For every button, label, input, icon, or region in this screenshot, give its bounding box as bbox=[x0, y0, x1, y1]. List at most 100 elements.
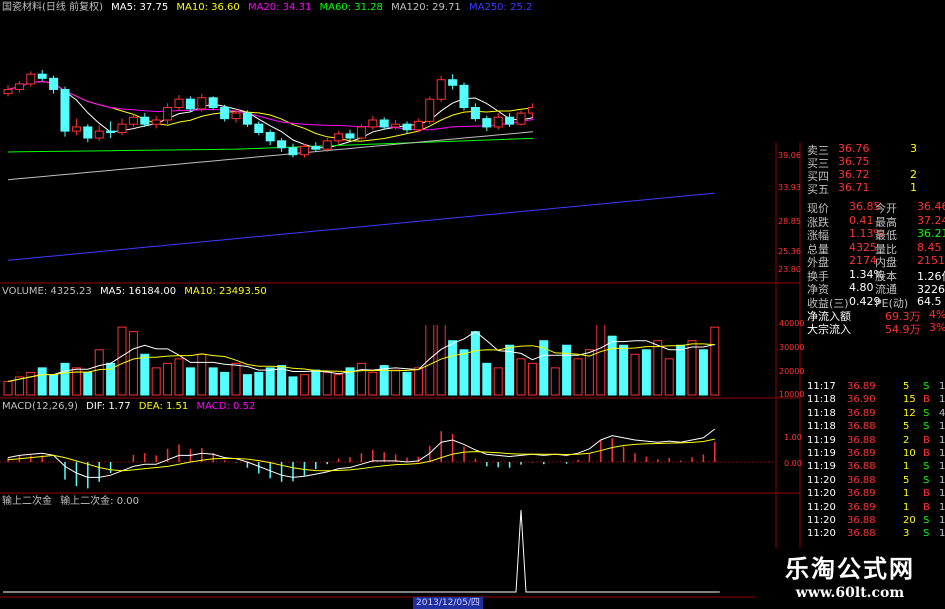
tick-time: 11:18 bbox=[807, 421, 836, 433]
candle-body bbox=[448, 79, 458, 86]
tick-time: 11:20 bbox=[807, 501, 836, 513]
tick-row[interactable]: 11:20 36.88 3 S 1 bbox=[805, 528, 945, 541]
macd-axis-tick: 1.00 bbox=[784, 433, 802, 442]
tick-row[interactable]: 11:18 36.90 15 B 1 bbox=[805, 394, 945, 407]
watermark: 乐淘公式网 www.60lt.com bbox=[755, 548, 945, 609]
tick-row[interactable]: 11:19 36.89 10 B 1 bbox=[805, 448, 945, 461]
tick-volume: 20 bbox=[903, 515, 916, 526]
price-panel-header: 国瓷材料(日线 前复权) MA5: 37.75 MA10: 36.60 MA20… bbox=[2, 2, 544, 14]
order-price: 36.71 bbox=[838, 181, 870, 194]
volume-bar bbox=[505, 344, 515, 396]
tick-volume: 10 bbox=[903, 448, 916, 459]
order-volume: 1 bbox=[910, 181, 917, 194]
candle-body bbox=[311, 145, 321, 150]
volume-bar bbox=[94, 349, 104, 396]
order-price: 36.75 bbox=[838, 155, 870, 168]
tick-price: 36.89 bbox=[847, 488, 876, 500]
candle-body bbox=[459, 84, 469, 108]
volume-bar bbox=[60, 362, 70, 396]
candle-body bbox=[220, 107, 230, 120]
tick-count: 1 bbox=[939, 381, 945, 392]
candle-body bbox=[299, 145, 309, 156]
tick-volume: 15 bbox=[903, 394, 916, 406]
tick-price: 36.88 bbox=[847, 421, 876, 433]
occluding-overlay bbox=[533, 0, 945, 142]
tick-row[interactable]: 11:20 36.89 1 B 1 bbox=[805, 502, 945, 515]
tick-price: 36.88 bbox=[847, 434, 876, 446]
volume-bar bbox=[653, 340, 663, 396]
macd-dea-label: DEA: 1.51 bbox=[138, 401, 189, 412]
tick-price: 36.89 bbox=[847, 501, 876, 513]
order-volume: 3 bbox=[910, 142, 917, 155]
candle-body bbox=[140, 116, 150, 125]
volume-bar bbox=[698, 349, 708, 396]
fund-flow-row: 大宗流入 54.9万 3% bbox=[805, 321, 945, 336]
tick-row[interactable]: 11:17 36.89 5 S 1 bbox=[805, 381, 945, 394]
stat-value: 2151 bbox=[917, 254, 945, 267]
candle-body bbox=[288, 147, 298, 156]
volume-bar bbox=[687, 340, 697, 396]
candle-body bbox=[391, 123, 401, 128]
candle-body bbox=[413, 120, 423, 131]
tick-price: 36.89 bbox=[847, 448, 876, 459]
volume-bar bbox=[26, 371, 36, 396]
flow-percent: 4% bbox=[929, 308, 945, 321]
tick-time: 11:19 bbox=[807, 461, 836, 473]
volume-bar bbox=[607, 335, 617, 396]
volume-bar bbox=[185, 367, 195, 396]
candle-body bbox=[117, 123, 127, 133]
volume-axis-tick: 30000 bbox=[779, 343, 804, 352]
flow-value: 54.9万 bbox=[885, 323, 921, 336]
tick-row[interactable]: 11:20 36.89 1 B 1 bbox=[805, 488, 945, 501]
volume-bar bbox=[163, 362, 173, 396]
tick-row[interactable]: 11:19 36.88 2 B 1 bbox=[805, 435, 945, 448]
candle-body bbox=[128, 116, 138, 125]
tick-volume: 5 bbox=[903, 421, 910, 433]
candle-body bbox=[322, 140, 332, 150]
tick-time: 11:20 bbox=[807, 528, 836, 540]
tick-price: 36.88 bbox=[847, 528, 876, 540]
order-price: 36.72 bbox=[838, 168, 870, 181]
volume-bar bbox=[151, 367, 161, 396]
macd-value-label: MACD: 0.52 bbox=[196, 401, 256, 412]
ma120-label: MA120: 29.71 bbox=[391, 2, 461, 13]
stat-value: 37.24 bbox=[917, 213, 945, 227]
volume-bar bbox=[265, 367, 275, 396]
candle-body bbox=[345, 133, 355, 139]
tick-price: 36.88 bbox=[847, 474, 876, 486]
tick-row[interactable]: 11:18 36.89 12 S 4 bbox=[805, 408, 945, 421]
candle-body bbox=[470, 107, 480, 120]
candle-body bbox=[14, 83, 24, 90]
macd-axis-tick: 0.00 bbox=[784, 459, 802, 468]
tick-volume: 2 bbox=[903, 434, 910, 446]
volume-bar bbox=[596, 317, 606, 396]
tick-row[interactable]: 11:18 36.88 5 S 1 bbox=[805, 421, 945, 434]
volume-bars bbox=[3, 317, 720, 396]
fund-flow-row: 净流入额 69.3万 4% bbox=[805, 308, 945, 323]
indicator-name: 输上二次金 bbox=[2, 496, 52, 507]
candle-body bbox=[151, 119, 161, 125]
candle-body bbox=[368, 119, 378, 128]
volume-bar bbox=[231, 362, 241, 396]
volume-bar bbox=[288, 376, 298, 396]
volume-bar bbox=[277, 365, 287, 396]
ma20-label: MA20: 34.31 bbox=[247, 2, 312, 13]
tick-count: 1 bbox=[939, 501, 945, 513]
order-book-row: 买五 36.71 1 bbox=[805, 181, 945, 196]
volume-bar bbox=[436, 317, 446, 396]
candle-body bbox=[208, 97, 218, 109]
tick-volume: 12 bbox=[903, 407, 916, 419]
tick-row[interactable]: 11:19 36.88 1 S 1 bbox=[805, 461, 945, 474]
tick-count: 1 bbox=[939, 461, 945, 473]
tick-row[interactable]: 11:20 36.88 20 S 1 bbox=[805, 515, 945, 528]
stock-title[interactable]: 国瓷材料(日线 前复权) bbox=[2, 2, 103, 13]
order-book-row: 买四 36.72 2 bbox=[805, 168, 945, 183]
volume-bar bbox=[49, 374, 59, 396]
watermark-url: www.60lt.com bbox=[795, 585, 905, 601]
volume-bar bbox=[128, 331, 138, 396]
tick-row[interactable]: 11:20 36.88 5 S 1 bbox=[805, 475, 945, 488]
volume-bar bbox=[3, 380, 13, 396]
candle-body bbox=[334, 133, 344, 142]
ma250-label: MA250: 25.22 bbox=[468, 2, 539, 13]
tick-time: 11:18 bbox=[807, 394, 836, 406]
